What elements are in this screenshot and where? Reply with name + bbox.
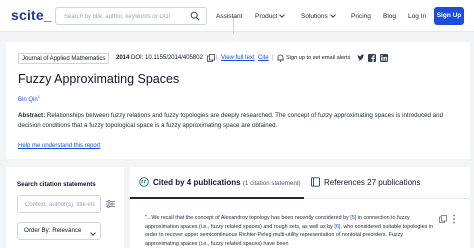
scite-logo[interactable]: scite_	[11, 7, 52, 23]
author-link[interactable]: Bin Qin1	[18, 94, 40, 103]
book-icon	[311, 177, 320, 187]
author-name: Bin Qin	[18, 97, 38, 103]
copy-icon[interactable]	[207, 54, 215, 62]
nav-assistant[interactable]: Assistant	[216, 13, 242, 20]
tab-cited-main: Cited by 4 publications	[153, 178, 241, 187]
filter-button[interactable]	[105, 195, 116, 213]
journal-badge[interactable]: Journal of Applied Mathematics	[18, 53, 110, 64]
search-icon[interactable]	[190, 11, 200, 21]
quote-icon	[139, 177, 149, 187]
paper-title: Fuzzy Approximating Spaces	[18, 72, 180, 86]
citation-search-field[interactable]	[17, 195, 101, 213]
nav-product[interactable]: Product	[255, 12, 286, 20]
chevron-down-icon	[279, 12, 286, 18]
order-by-value: Order By: Relevance	[24, 227, 82, 234]
tab-cited-sub: (1 citation statement)	[242, 180, 301, 187]
bell-icon[interactable]	[277, 54, 284, 62]
signup-button[interactable]: Sign Up	[434, 7, 464, 25]
paper-doi: DOI: 10.1155/2014/405802	[131, 55, 203, 61]
linkedin-icon[interactable]	[380, 54, 388, 62]
meta-separator: |	[349, 55, 351, 61]
paper-year: 2014	[116, 55, 130, 61]
nav-blog[interactable]: Blog	[383, 13, 396, 20]
citation-text-1: "...We recall that the concept of Alexan…	[145, 215, 351, 221]
nav-product-label: Product	[255, 13, 278, 20]
nav-solutions-label: Solutions	[301, 13, 328, 20]
chevron-down-icon	[329, 12, 336, 18]
citation-search-input[interactable]	[25, 199, 95, 210]
nav-login[interactable]: Log In	[408, 13, 426, 20]
tab-cited-label: Cited by 4 publications (1 citation stat…	[153, 178, 301, 187]
more-icon[interactable]	[452, 214, 456, 224]
copy-icon[interactable]	[439, 215, 447, 223]
abstract: Abstract: Relationships between fuzzy re…	[18, 111, 464, 131]
meta-separator: |	[272, 55, 274, 61]
meta-separator: |	[216, 55, 218, 61]
email-alert-link[interactable]: Sign up to set email alerts	[286, 55, 350, 61]
cite-link[interactable]: Cite	[258, 55, 269, 61]
order-by-select[interactable]: Order By: Relevance	[17, 222, 101, 240]
global-search[interactable]	[55, 7, 234, 34]
sidebar-title: Search citation statements	[17, 181, 96, 188]
tab-refs-label: References 27 publications	[324, 178, 421, 187]
nav-solutions[interactable]: Solutions	[301, 12, 336, 20]
view-full-text-link[interactable]: View full text	[221, 55, 255, 61]
chevron-down-icon	[90, 230, 96, 236]
author-affiliation: 1	[37, 94, 40, 99]
help-understand-link[interactable]: Help me understand this report	[18, 143, 100, 149]
abstract-label: Abstract:	[18, 112, 46, 119]
abstract-text: Relationships between fuzzy relations an…	[18, 112, 444, 129]
meta-separator: |	[253, 55, 255, 61]
facebook-icon[interactable]	[368, 54, 376, 62]
global-search-input[interactable]	[64, 11, 184, 22]
nav-pricing[interactable]: Pricing	[351, 13, 371, 20]
filter-icon	[106, 200, 115, 208]
twitter-icon[interactable]	[357, 54, 365, 62]
citation-statement: "...We recall that the concept of Alexan…	[145, 214, 435, 248]
